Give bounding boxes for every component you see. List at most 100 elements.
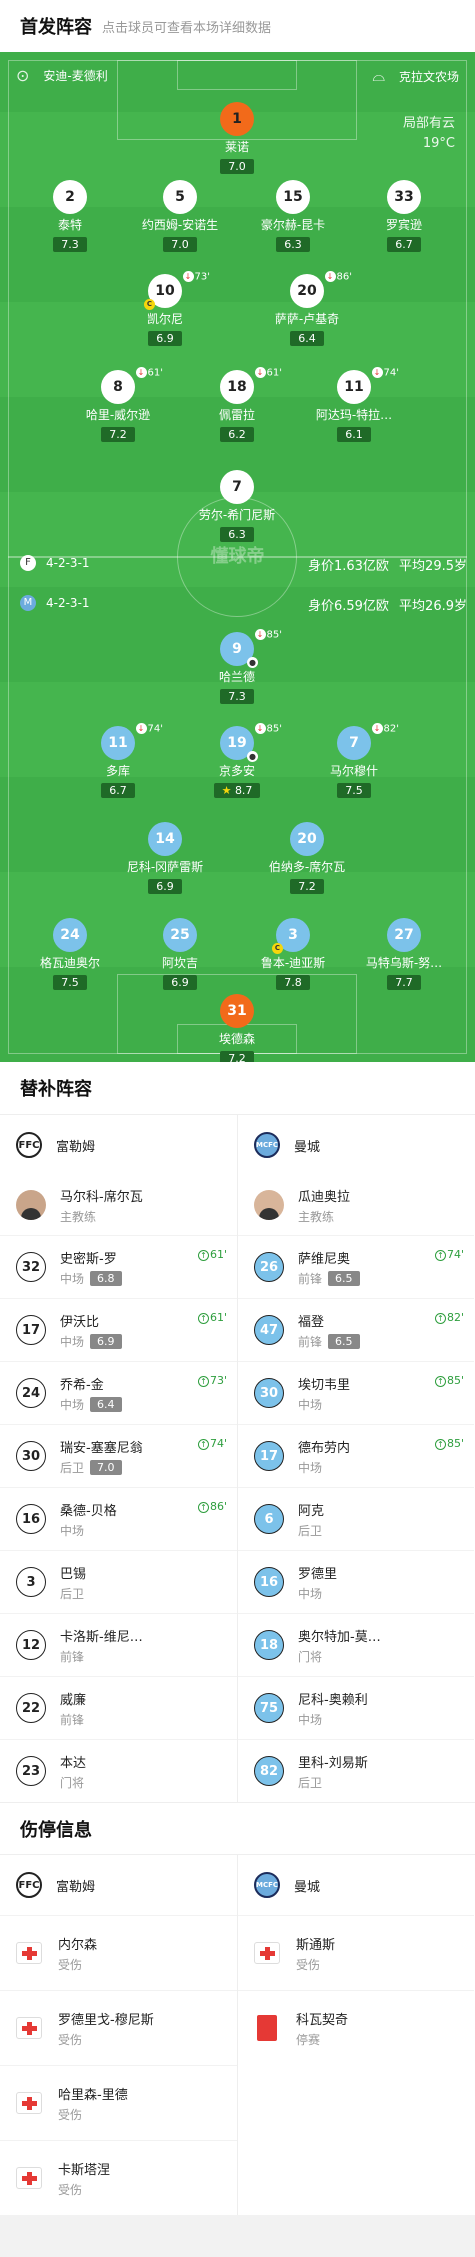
player-city-11[interactable]: 11 ↓ 74' 多库 6.7: [63, 723, 173, 798]
injured-player-name: 哈里森-里德: [58, 2087, 128, 2103]
injured-player-name: 内尔森: [58, 1937, 98, 1953]
medical-kit-icon: [16, 2017, 42, 2039]
fulham-coach[interactable]: 马尔科-席尔瓦 主教练: [0, 1175, 237, 1235]
injured-player-name: 卡斯塔涅: [58, 2162, 111, 2178]
player-name: 罗宾逊: [385, 218, 422, 232]
sub-row[interactable]: 22 威廉 前锋: [0, 1676, 237, 1739]
player-fulham-8[interactable]: 8 ↓ 61' 哈里-威尔逊 7.2: [63, 367, 173, 442]
player-fulham-11[interactable]: 11 ↓ 74' 阿达玛-特拉… 6.1: [299, 367, 409, 442]
page-title: 首发阵容: [20, 17, 92, 38]
sub-name: 里科-刘易斯: [298, 1755, 368, 1771]
sub-position: 中场: [298, 1460, 323, 1475]
sub-in-icon: ↑ 61': [197, 1248, 227, 1261]
player-fulham-1[interactable]: 1 莱诺 7.0: [182, 102, 292, 174]
ball-icon: ●: [247, 657, 258, 668]
player-fulham-33[interactable]: 33 罗宾逊 6.7: [349, 180, 459, 252]
player-fulham-18[interactable]: 18 ↓ 61' 佩雷拉 6.2: [182, 367, 292, 442]
player-city-31[interactable]: 31 埃德森 7.2: [182, 994, 292, 1062]
temperature-text: 19°C: [422, 136, 455, 151]
injury-row[interactable]: 内尔森 受伤: [0, 1915, 237, 1990]
sub-in-icon: ↑ 85': [434, 1374, 464, 1387]
sub-row[interactable]: 75 尼科-奥赖利 中场: [238, 1676, 474, 1739]
sub-position: 后卫: [60, 1586, 85, 1601]
sub-out-icon: ↓ 61': [254, 367, 282, 379]
sub-position: 中场: [60, 1334, 85, 1349]
city-coach[interactable]: 瓜迪奥拉 主教练: [238, 1175, 474, 1235]
injury-status: 受伤: [58, 2107, 83, 2122]
sub-name: 瑞安-塞塞尼翁: [60, 1440, 143, 1456]
sub-row[interactable]: 24 乔希-金 中场 6.4 ↑ 73': [0, 1361, 237, 1424]
sub-row[interactable]: 12 卡洛斯-维尼… 前锋: [0, 1613, 237, 1676]
player-fulham-5[interactable]: 5 约西姆-安诺生 7.0: [125, 180, 235, 252]
fulham-subs: FFC 富勒姆 马尔科-席尔瓦 主教练 32 史密斯-罗 中场 6.8 ↑ 61' …: [0, 1115, 237, 1802]
shirt-number: 18: [254, 1630, 284, 1660]
shirt-number: 30: [16, 1441, 46, 1471]
player-rating: 7.0: [163, 237, 197, 252]
player-city-25[interactable]: 25 阿坎吉 6.9: [125, 918, 235, 990]
sub-row[interactable]: 18 奥尔特加-莫… 门将: [238, 1613, 474, 1676]
player-city-7[interactable]: 7 ↓ 82' 马尔穆什 7.5: [299, 723, 409, 798]
sub-row[interactable]: 30 埃切韦里 中场 ↑ 85': [238, 1361, 474, 1424]
fulham-team-row[interactable]: FFC 富勒姆: [0, 1115, 237, 1175]
sub-out-icon: ↓ 85': [254, 723, 282, 735]
player-city-9[interactable]: 9 ↓ 85' ● 哈兰德 7.3: [182, 629, 292, 704]
sub-row[interactable]: 32 史密斯-罗 中场 6.8 ↑ 61': [0, 1235, 237, 1298]
red-card-icon: [257, 2015, 277, 2041]
player-fulham-20[interactable]: 20 ↓ 86' 萨萨-卢基奇 6.4: [252, 271, 362, 346]
team-name: 富勒姆: [56, 1879, 96, 1895]
sub-in-icon: ↑ 85': [434, 1437, 464, 1450]
player-rating: 7.3: [53, 237, 87, 252]
player-city-24[interactable]: 24 格瓦迪奥尔 7.5: [15, 918, 125, 990]
injury-row[interactable]: 斯通斯 受伤: [238, 1915, 474, 1990]
player-name: 马尔穆什: [329, 764, 378, 778]
sub-name: 威廉: [60, 1692, 87, 1708]
player-city-27[interactable]: 27 马特乌斯-努… 7.7: [349, 918, 459, 990]
sub-row[interactable]: 23 本达 门将: [0, 1739, 237, 1802]
fulham-age: 平均29.5岁: [399, 559, 467, 574]
player-rating: ★ 8.7: [213, 783, 261, 798]
injury-row[interactable]: 卡斯塔涅 受伤: [0, 2140, 237, 2215]
sub-row[interactable]: 17 德布劳内 中场 ↑ 85': [238, 1424, 474, 1487]
injury-row[interactable]: 罗德里戈-穆尼斯 受伤: [0, 1990, 237, 2065]
shirt-number: 24: [16, 1378, 46, 1408]
sub-position: 前锋: [298, 1334, 323, 1349]
sub-name: 卡洛斯-维尼…: [60, 1629, 143, 1645]
shirt-number: 82: [254, 1756, 284, 1786]
injury-row[interactable]: 哈里森-里德 受伤: [0, 2065, 237, 2140]
player-name: 哈里-威尔逊: [85, 408, 151, 422]
player-city-14[interactable]: 14 尼科-冈萨雷斯 6.9: [110, 822, 220, 894]
shirt-number: 23: [16, 1756, 46, 1786]
shirt-number: 17: [254, 1441, 284, 1471]
home-team-name: 安迪-麦德利: [43, 69, 108, 83]
player-rating: 7.7: [387, 975, 421, 990]
player-fulham-2[interactable]: 2 泰特 7.3: [15, 180, 125, 252]
fulham-team-row[interactable]: FFC 富勒姆: [0, 1855, 237, 1915]
city-team-row[interactable]: MCFC 曼城: [238, 1115, 474, 1175]
sub-row[interactable]: 30 瑞安-塞塞尼翁 后卫 7.0 ↑ 74': [0, 1424, 237, 1487]
sub-position: 后卫: [60, 1460, 85, 1475]
sub-row[interactable]: 17 伊沃比 中场 6.9 ↑ 61': [0, 1298, 237, 1361]
sub-row[interactable]: 6 阿克 后卫: [238, 1487, 474, 1550]
team-name: 富勒姆: [56, 1139, 96, 1155]
sub-row[interactable]: 26 萨维尼奥 前锋 6.5 ↑ 74': [238, 1235, 474, 1298]
sub-row[interactable]: 47 福登 前锋 6.5 ↑ 82': [238, 1298, 474, 1361]
injury-status: 受伤: [58, 2032, 83, 2047]
city-team-row[interactable]: MCFC 曼城: [238, 1855, 474, 1915]
sub-row[interactable]: 3 巴锡 后卫: [0, 1550, 237, 1613]
shirt-number: 26: [254, 1252, 284, 1282]
player-name: 凯尔尼: [146, 312, 183, 326]
sub-in-icon: ↑ 86': [197, 1500, 227, 1513]
player-fulham-15[interactable]: 15 豪尔赫-昆卡 6.3: [238, 180, 348, 252]
player-fulham-7[interactable]: 7 劳尔-希门尼斯 6.3: [182, 470, 292, 542]
player-city-19[interactable]: 19 ↓ 85' ● 京多安 ★ 8.7: [182, 723, 292, 798]
player-name: 莱诺: [224, 140, 249, 154]
suspension-row[interactable]: 科瓦契奇 停赛: [238, 1990, 474, 2065]
player-city-3[interactable]: 3 C 鲁本-迪亚斯 7.8: [238, 918, 348, 990]
player-fulham-10[interactable]: 10 ↓ 73' C 凯尔尼 6.9: [110, 271, 220, 346]
fulham-formation: F 4-2-3-1: [20, 555, 90, 571]
player-city-20[interactable]: 20 伯纳多-席尔瓦 7.2: [252, 822, 362, 894]
sub-row[interactable]: 16 罗德里 中场: [238, 1550, 474, 1613]
coach-avatar: [16, 1190, 46, 1220]
sub-row[interactable]: 82 里科-刘易斯 后卫: [238, 1739, 474, 1802]
sub-row[interactable]: 16 桑德-贝格 中场 ↑ 86': [0, 1487, 237, 1550]
